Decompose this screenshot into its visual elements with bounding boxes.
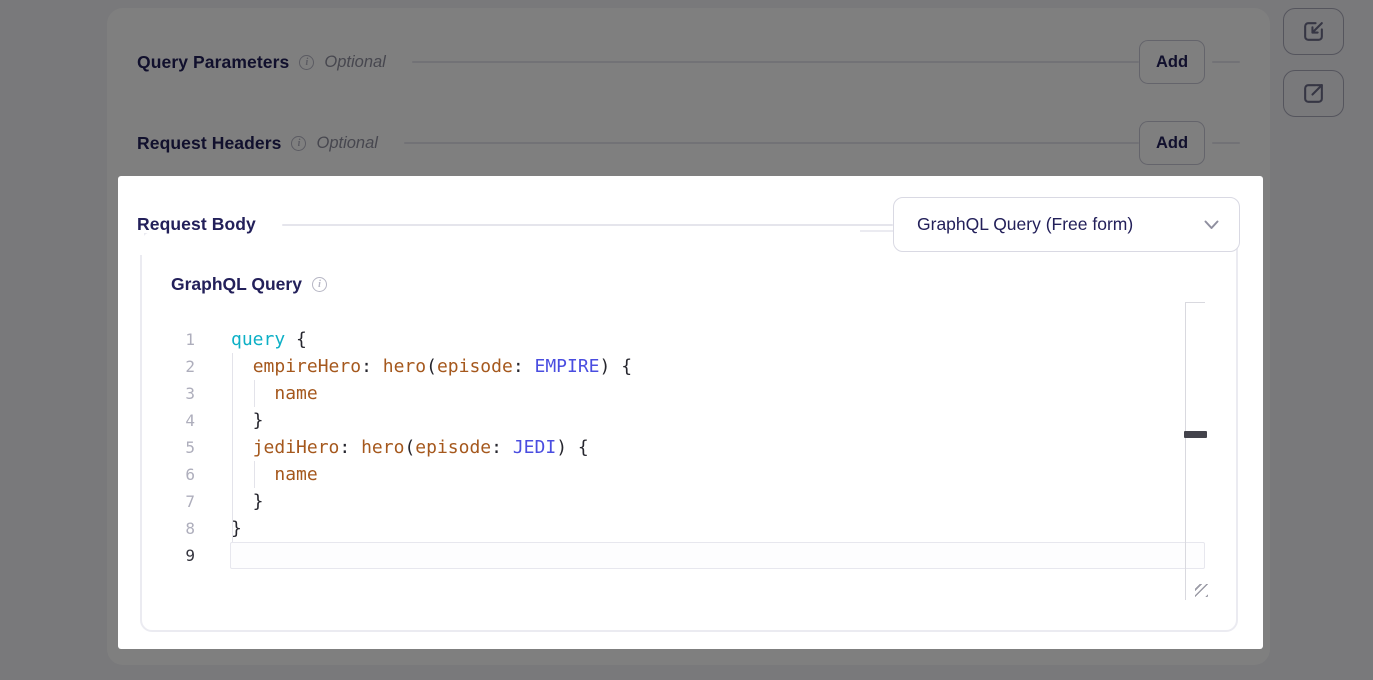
chevron-down-icon (1204, 220, 1219, 230)
code-line-content: empireHero: hero(episode: EMPIRE) { (230, 353, 1205, 380)
open-external-icon (1301, 81, 1326, 106)
indent-guide (232, 353, 233, 542)
code-line[interactable]: 8} (171, 515, 1205, 542)
graphql-code-editor[interactable]: 1query {2 empireHero: hero(episode: EMPI… (171, 326, 1205, 569)
optional-badge: Optional (324, 53, 385, 72)
line-number: 2 (171, 353, 195, 380)
request-form-card: Query Parameters i Optional Add Request … (107, 8, 1270, 665)
editor-resize-handle[interactable] (1184, 431, 1207, 438)
line-number: 5 (171, 434, 195, 461)
line-number: 1 (171, 326, 195, 353)
textarea-resize-grip-icon[interactable] (1195, 584, 1208, 597)
query-parameters-row: Query Parameters i Optional Add (137, 40, 1240, 84)
collapse-editor-icon (1301, 19, 1326, 44)
info-icon[interactable]: i (291, 136, 306, 151)
code-line-content: } (230, 515, 1205, 542)
code-line[interactable]: 7 } (171, 488, 1205, 515)
divider-line (404, 142, 1139, 144)
body-type-select[interactable]: GraphQL Query (Free form) (893, 197, 1240, 252)
code-line-content: } (230, 488, 1205, 515)
add-query-parameter-button[interactable]: Add (1139, 40, 1205, 84)
line-number: 8 (171, 515, 195, 542)
optional-badge: Optional (316, 134, 377, 153)
collapse-editor-button[interactable] (1283, 8, 1344, 55)
request-body-title: Request Body (137, 214, 256, 235)
code-line-content: name (230, 380, 1205, 407)
line-number: 3 (171, 380, 195, 407)
request-body-fieldset: GraphQL Query i 1query {2 empireHero: he… (140, 230, 1238, 632)
code-lines: 1query {2 empireHero: hero(episode: EMPI… (171, 326, 1205, 569)
divider-line-end (1212, 142, 1240, 144)
code-line[interactable]: 6 name (171, 461, 1205, 488)
code-line-content: } (230, 407, 1205, 434)
line-number: 4 (171, 407, 195, 434)
line-number: 6 (171, 461, 195, 488)
request-headers-title: Request Headers (137, 133, 281, 154)
query-parameters-title: Query Parameters (137, 52, 289, 73)
divider-line-end (1212, 61, 1240, 63)
code-line[interactable]: 1 query { (171, 326, 1205, 353)
info-icon[interactable]: i (299, 55, 314, 70)
code-line[interactable]: 3 name (171, 380, 1205, 407)
code-line[interactable]: 4 } (171, 407, 1205, 434)
indent-guide (254, 380, 255, 407)
graphql-query-label-row: GraphQL Query i (171, 270, 327, 298)
request-body-header-row: Request Body GraphQL Query (Free form) (137, 197, 1240, 252)
indent-guide (254, 461, 255, 488)
editor-right-gutter (1185, 302, 1205, 600)
open-external-button[interactable] (1283, 70, 1344, 117)
code-line-content: query { (230, 326, 1205, 353)
line-number: 9 (171, 542, 195, 569)
divider-line (412, 61, 1139, 63)
code-line-content: name (230, 461, 1205, 488)
code-line-content (230, 542, 1205, 569)
code-line[interactable]: 5 jediHero: hero(episode: JEDI) { (171, 434, 1205, 461)
add-request-header-button[interactable]: Add (1139, 121, 1205, 165)
line-number: 7 (171, 488, 195, 515)
info-icon[interactable]: i (312, 277, 327, 292)
divider-line (282, 224, 893, 226)
code-line[interactable]: 2 empireHero: hero(episode: EMPIRE) { (171, 353, 1205, 380)
code-line-content: jediHero: hero(episode: JEDI) { (230, 434, 1205, 461)
graphql-query-label: GraphQL Query (171, 274, 302, 295)
body-type-selected-value: GraphQL Query (Free form) (917, 214, 1204, 235)
code-line[interactable]: 9 (171, 542, 1205, 569)
request-headers-row: Request Headers i Optional Add (137, 121, 1240, 165)
